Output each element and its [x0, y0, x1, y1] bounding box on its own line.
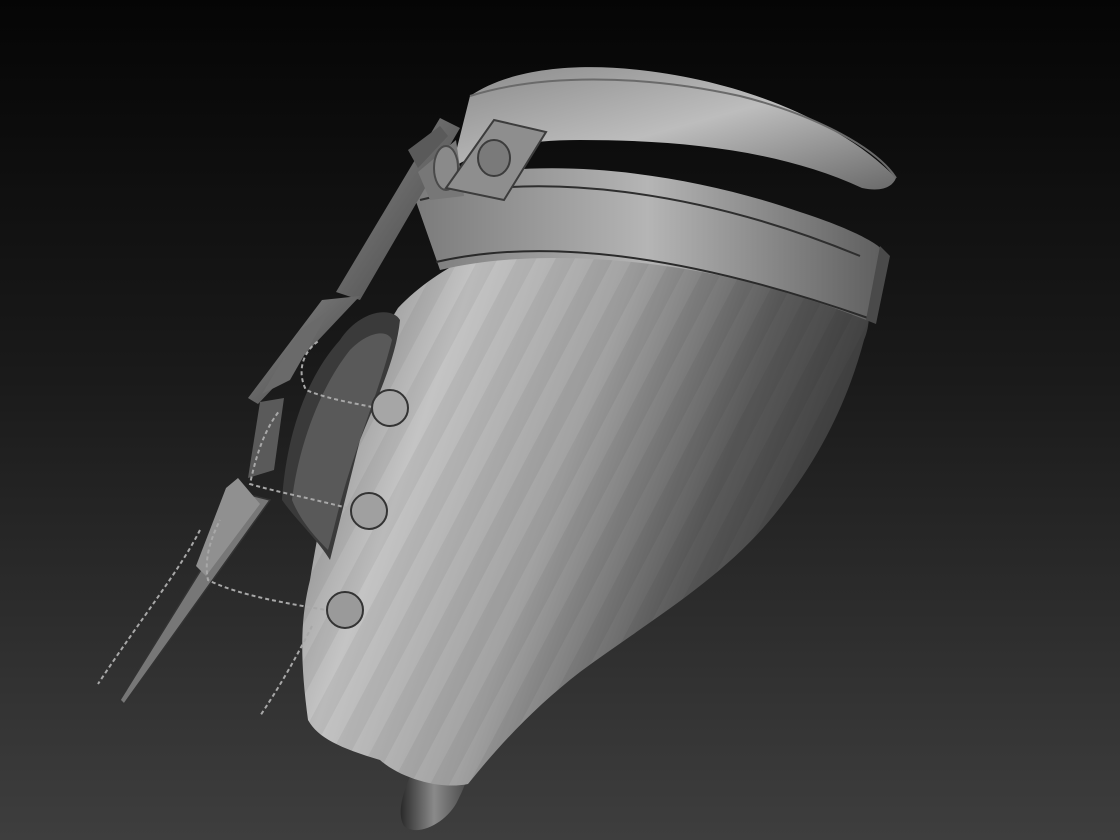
- sculpt-mesh[interactable]: [0, 0, 1120, 840]
- chain-button-1: [371, 389, 409, 427]
- 3d-viewport[interactable]: [0, 0, 1120, 840]
- chain-button-2: [350, 492, 388, 530]
- flap-blade-left: [119, 493, 272, 706]
- chain-button-3: [326, 591, 364, 629]
